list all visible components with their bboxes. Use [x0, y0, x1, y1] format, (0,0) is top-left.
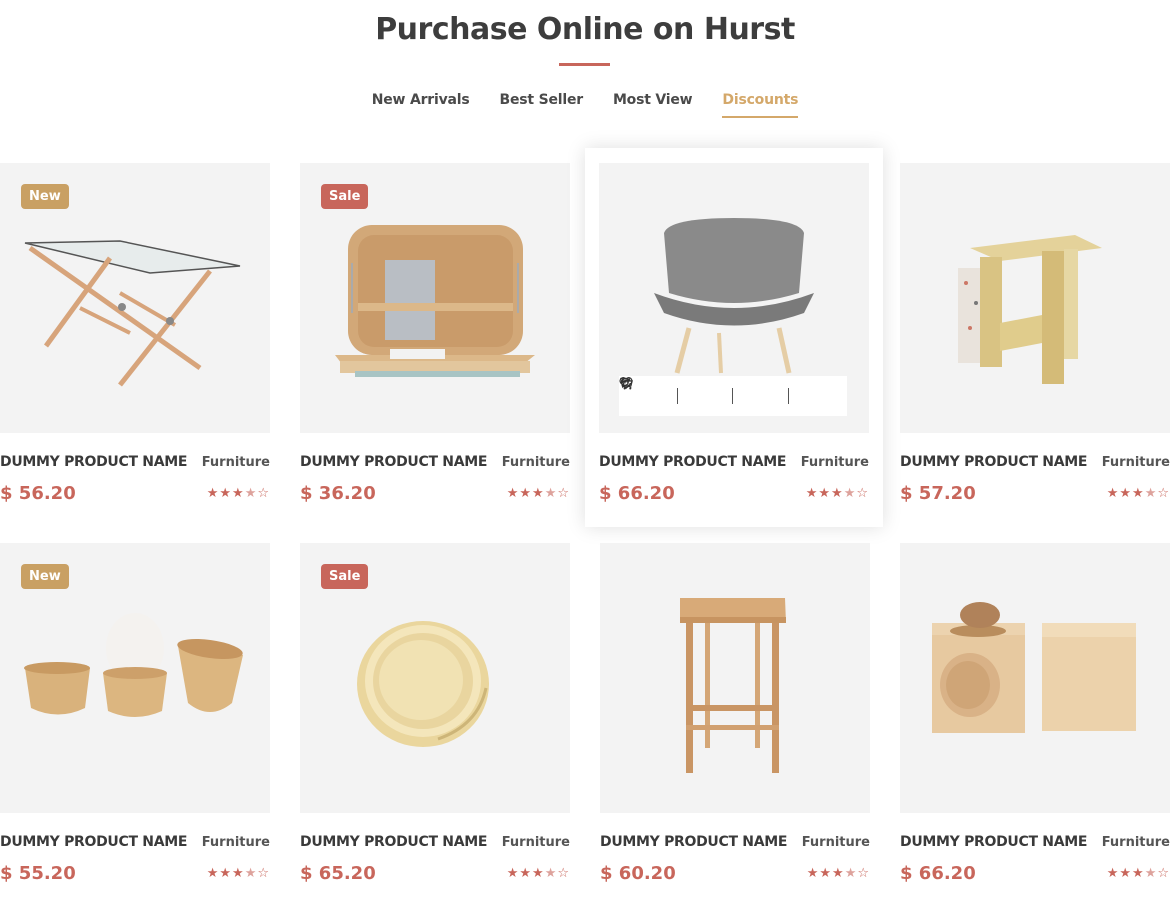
product-card[interactable]: Sale DUMMY PRODUCT NAME Furniture $ 36.2…: [300, 163, 570, 513]
product-card[interactable]: New DUMMY PRODUCT NAME Furniture $ 55.20…: [0, 543, 270, 893]
product-card[interactable]: New DUMMY PRODUCT NAME Furniture $ 56.20…: [0, 163, 270, 513]
new-badge: New: [21, 564, 69, 589]
product-price: $ 66.20: [599, 483, 675, 504]
product-image[interactable]: New: [0, 543, 270, 813]
rating-stars: ★★★★☆: [506, 486, 570, 501]
product-category[interactable]: Furniture: [802, 835, 870, 850]
product-image[interactable]: [900, 163, 1170, 433]
tab-best-seller[interactable]: Best Seller: [500, 92, 584, 118]
rating-stars: ★★★★☆: [806, 866, 870, 881]
product-price: $ 66.20: [900, 863, 976, 884]
product-card[interactable]: DUMMY PRODUCT NAME Furniture $ 60.20 ★★★…: [600, 543, 870, 893]
product-price: $ 36.20: [300, 483, 376, 504]
product-image[interactable]: [599, 163, 869, 433]
tab-discounts[interactable]: Discounts: [722, 92, 798, 118]
product-category[interactable]: Furniture: [1102, 455, 1170, 470]
product-name[interactable]: DUMMY PRODUCT NAME: [0, 834, 187, 850]
product-price: $ 65.20: [300, 863, 376, 884]
heart-icon[interactable]: [619, 377, 658, 405]
product-image[interactable]: [600, 543, 870, 813]
divider: [788, 388, 790, 404]
product-category[interactable]: Furniture: [502, 455, 570, 470]
product-category[interactable]: Furniture: [202, 455, 270, 470]
rating-stars: ★★★★☆: [506, 866, 570, 881]
product-category[interactable]: Furniture: [801, 455, 869, 470]
product-image[interactable]: Sale: [300, 163, 570, 433]
product-name[interactable]: DUMMY PRODUCT NAME: [300, 834, 487, 850]
rating-stars: ★★★★☆: [1106, 486, 1170, 501]
product-category[interactable]: Furniture: [202, 835, 270, 850]
product-tabs: New Arrivals Best Seller Most View Disco…: [0, 92, 1170, 118]
section-title: Purchase Online on Hurst: [375, 12, 795, 47]
sale-badge: Sale: [321, 184, 369, 209]
product-image[interactable]: Sale: [300, 543, 570, 813]
product-card[interactable]: Sale DUMMY PRODUCT NAME Furniture $ 65.2…: [300, 543, 570, 893]
product-card[interactable]: DUMMY PRODUCT NAME Furniture $ 66.20 ★★★…: [900, 543, 1170, 893]
divider: [676, 388, 678, 404]
product-price: $ 60.20: [600, 863, 676, 884]
tab-new-arrivals[interactable]: New Arrivals: [372, 92, 470, 118]
product-name[interactable]: DUMMY PRODUCT NAME: [0, 454, 187, 470]
title-underline: [559, 63, 610, 66]
product-card[interactable]: DUMMY PRODUCT NAME Furniture $ 66.20 ★★★…: [585, 148, 883, 527]
bar-stool-image: [680, 598, 786, 773]
divider: [732, 388, 734, 404]
product-price: $ 55.20: [0, 863, 76, 884]
rating-stars: ★★★★☆: [805, 486, 869, 501]
new-badge: New: [21, 184, 69, 209]
product-category[interactable]: Furniture: [502, 835, 570, 850]
rating-stars: ★★★★☆: [206, 486, 270, 501]
product-card[interactable]: DUMMY PRODUCT NAME Furniture $ 57.20 ★★★…: [900, 163, 1170, 513]
quick-action-bar: [619, 376, 847, 416]
compare-icon[interactable]: [621, 377, 770, 405]
product-image[interactable]: [900, 543, 1170, 813]
product-name[interactable]: DUMMY PRODUCT NAME: [900, 454, 1087, 470]
product-name[interactable]: DUMMY PRODUCT NAME: [600, 834, 787, 850]
cart-icon[interactable]: [620, 377, 826, 405]
tab-most-view[interactable]: Most View: [613, 92, 693, 118]
product-category[interactable]: Furniture: [1102, 835, 1170, 850]
rating-stars: ★★★★☆: [206, 866, 270, 881]
rating-stars: ★★★★☆: [1106, 866, 1170, 881]
zoom-icon[interactable]: [620, 377, 714, 405]
product-name[interactable]: DUMMY PRODUCT NAME: [599, 454, 786, 470]
wood-blocks-image: [932, 602, 1136, 733]
product-image[interactable]: New: [0, 163, 270, 433]
product-price: $ 57.20: [900, 483, 976, 504]
plywood-stool-image: [958, 235, 1102, 384]
sale-badge: Sale: [321, 564, 369, 589]
product-price: $ 56.20: [0, 483, 76, 504]
product-name[interactable]: DUMMY PRODUCT NAME: [300, 454, 487, 470]
product-name[interactable]: DUMMY PRODUCT NAME: [900, 834, 1087, 850]
